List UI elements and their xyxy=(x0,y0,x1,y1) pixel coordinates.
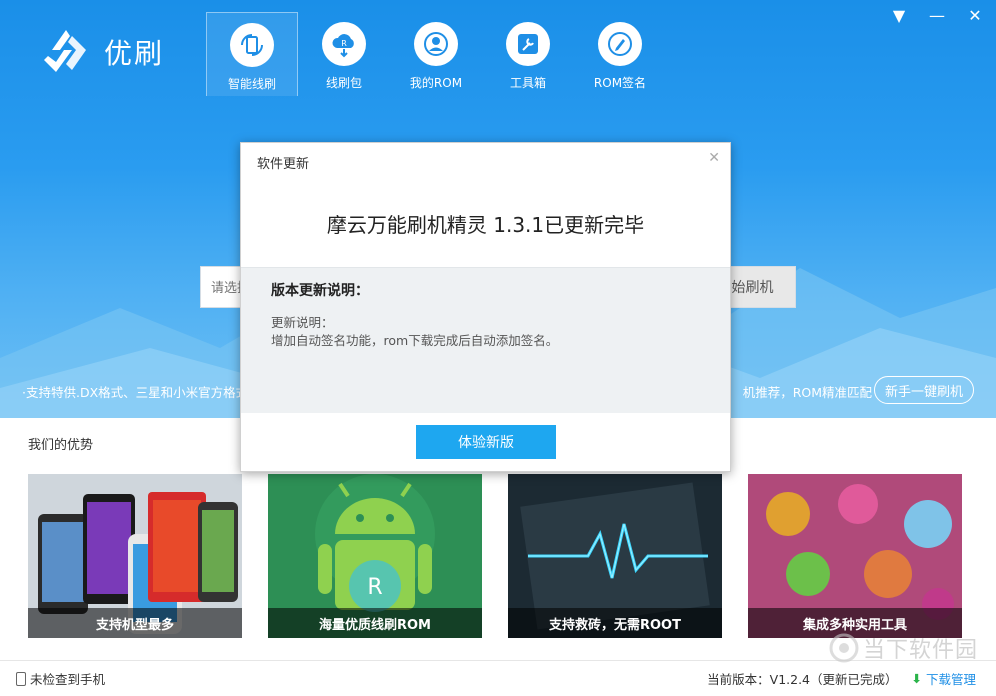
card-caption: 海量优质线刷ROM xyxy=(268,608,482,638)
download-manager-link[interactable]: ⬇ 下载管理 xyxy=(912,669,977,688)
user-icon xyxy=(414,22,458,66)
wrench-icon xyxy=(506,22,550,66)
card-caption: 支持救砖，无需ROOT xyxy=(508,608,722,638)
menu-dropdown-icon[interactable]: ▼ xyxy=(890,6,908,25)
close-button[interactable]: ✕ xyxy=(966,6,984,25)
tab-label: 线刷包 xyxy=(325,76,362,90)
tab-label: 我的ROM xyxy=(409,76,463,90)
dialog-headline: 摩云万能刷机精灵 1.3.1已更新完毕 xyxy=(326,213,645,237)
advantage-card-tools[interactable]: 集成多种实用工具 xyxy=(748,474,962,638)
tab-label: 工具箱 xyxy=(509,76,546,90)
minimize-button[interactable]: — xyxy=(928,6,946,25)
advantage-card-devices[interactable]: 支持机型最多 xyxy=(28,474,242,638)
version-text: 当前版本：V1.2.4（更新已完成） xyxy=(707,672,898,687)
tab-smart-flash[interactable]: 智能线刷 xyxy=(206,12,298,96)
advantage-cards: 支持机型最多 R 海量优质线刷ROM 支持救砖，无需ROOT 集成多种实用工具 xyxy=(28,474,962,638)
card-caption: 支持机型最多 xyxy=(28,608,242,638)
watermark-text: 当下软件园 xyxy=(862,638,978,663)
release-notes-subtitle: 更新说明： xyxy=(271,315,334,330)
watermark-logo-icon xyxy=(829,633,859,663)
dialog-close-icon[interactable]: ✕ xyxy=(708,150,720,166)
phone-refresh-icon xyxy=(230,23,274,67)
release-notes-panel: 版本更新说明： 更新说明： 增加自动签名功能，rom下载完成后自动添加签名。 xyxy=(241,267,730,413)
window-controls: ▼ — ✕ xyxy=(890,6,984,25)
status-right: 当前版本：V1.2.4（更新已完成） ⬇ 下载管理 xyxy=(707,669,976,688)
tab-label: 智能线刷 xyxy=(227,77,276,91)
main-nav: 智能线刷 R 线刷包 我的ROM 工具箱 ROM签名 xyxy=(206,12,666,96)
dialog-title: 软件更新 xyxy=(257,157,310,172)
app-logo: 优刷 xyxy=(42,26,164,78)
cloud-download-icon: R xyxy=(322,22,366,66)
beginner-flash-button[interactable]: 新手一键刷机 xyxy=(873,376,974,404)
release-notes-body: 增加自动签名功能，rom下载完成后自动添加签名。 xyxy=(271,333,559,348)
update-dialog: 软件更新 ✕ 摩云万能刷机精灵 1.3.1已更新完毕 版本更新说明： 更新说明：… xyxy=(240,142,731,472)
device-status: 未检查到手机 xyxy=(16,669,105,688)
tab-label: ROM签名 xyxy=(593,76,647,90)
release-notes-title: 版本更新说明： xyxy=(271,283,369,299)
svg-text:R: R xyxy=(341,39,347,48)
status-bar: 未检查到手机 当前版本：V1.2.4（更新已完成） ⬇ 下载管理 xyxy=(0,660,996,696)
advantage-card-unbrick[interactable]: 支持救砖，无需ROOT xyxy=(508,474,722,638)
app-name: 优刷 xyxy=(104,37,165,70)
pen-icon xyxy=(598,22,642,66)
download-manager-label: 下载管理 xyxy=(925,672,976,687)
tab-rom-sign[interactable]: ROM签名 xyxy=(574,12,666,96)
logo-icon xyxy=(44,30,86,72)
hero-left-tip: ·支持特供.DX格式、三星和小米官方格式 xyxy=(22,385,249,400)
advantages-title: 我们的优势 xyxy=(28,438,94,453)
hero-right-tip: 机推荐，ROM精准匹配 xyxy=(742,385,872,400)
tab-my-rom[interactable]: 我的ROM xyxy=(390,12,482,96)
try-new-version-button[interactable]: 体验新版 xyxy=(416,425,556,459)
download-arrow-icon: ⬇ xyxy=(911,671,922,686)
svg-text:R: R xyxy=(367,575,382,600)
device-status-text: 未检查到手机 xyxy=(30,672,106,687)
phone-icon xyxy=(16,671,26,686)
tab-toolbox[interactable]: 工具箱 xyxy=(482,12,574,96)
advantage-card-rom[interactable]: R 海量优质线刷ROM xyxy=(268,474,482,638)
watermark: 当下软件园 xyxy=(829,632,978,664)
tab-flash-package[interactable]: R 线刷包 xyxy=(298,12,390,96)
